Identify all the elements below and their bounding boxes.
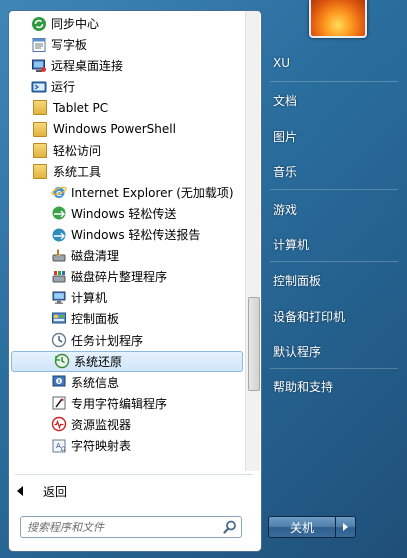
character-map-icon: AΩ bbox=[51, 438, 67, 454]
folder-icon bbox=[33, 100, 47, 116]
right-menu-item[interactable]: 图片 bbox=[273, 128, 297, 145]
menu-divider bbox=[270, 189, 398, 190]
program-item-label: Windows 轻松传送 bbox=[71, 206, 177, 221]
folder-icon bbox=[33, 142, 47, 158]
private-char-editor-icon bbox=[51, 395, 67, 411]
program-item[interactable]: 系统还原 bbox=[11, 350, 243, 372]
right-menu-item[interactable]: 游戏 bbox=[273, 201, 297, 218]
program-item-label: Tablet PC bbox=[53, 100, 109, 115]
program-item-label: 系统信息 bbox=[71, 375, 120, 390]
right-menu-item[interactable]: 计算机 bbox=[273, 236, 309, 253]
search-icon[interactable] bbox=[223, 520, 237, 534]
folder-icon bbox=[33, 121, 47, 137]
program-item[interactable]: Windows 轻松传送 bbox=[9, 203, 245, 224]
shutdown-button[interactable]: 关机 bbox=[268, 516, 336, 538]
system-info-icon: i bbox=[51, 374, 67, 390]
program-item-label: 计算机 bbox=[71, 291, 108, 306]
program-item[interactable]: 运行 bbox=[9, 76, 245, 97]
program-item-label: Internet Explorer (无加载项) bbox=[71, 185, 234, 200]
sync-center-icon bbox=[31, 16, 47, 32]
right-menu-item[interactable]: 控制面板 bbox=[273, 272, 321, 289]
menu-divider bbox=[270, 368, 398, 369]
menu-divider bbox=[270, 81, 398, 82]
run-icon bbox=[31, 79, 47, 95]
right-menu-item[interactable]: 文档 bbox=[273, 92, 297, 109]
right-menu-item[interactable]: 帮助和支持 bbox=[273, 378, 333, 395]
disk-cleanup-icon bbox=[51, 248, 67, 264]
program-item[interactable]: 任务计划程序 bbox=[9, 330, 245, 351]
task-scheduler-icon bbox=[51, 332, 67, 348]
svg-text:i: i bbox=[58, 379, 60, 385]
program-item[interactable]: e Internet Explorer (无加载项) bbox=[9, 182, 245, 203]
remote-desktop-icon bbox=[31, 58, 47, 74]
program-item[interactable]: 磁盘清理 bbox=[9, 245, 245, 266]
wordpad-icon bbox=[31, 37, 47, 53]
start-menu: 同步中心写字板远程桌面连接 运行 Tablet PC Windows PowerShe… bbox=[0, 0, 407, 558]
computer-icon bbox=[51, 290, 67, 306]
program-item[interactable]: 控制面板 bbox=[9, 308, 245, 329]
divider bbox=[15, 474, 253, 475]
program-item[interactable]: 资源监视器 bbox=[9, 414, 245, 435]
program-item[interactable]: Tablet PC bbox=[9, 97, 245, 118]
svg-text:Ω: Ω bbox=[61, 446, 66, 453]
right-menu-item[interactable]: 默认程序 bbox=[273, 343, 321, 360]
programs-scrollbar[interactable] bbox=[245, 11, 260, 471]
right-pane: XU 文档图片音乐游戏计算机控制面板设备和打印机 默认程序帮助和支持 bbox=[262, 0, 407, 558]
programs-list: 同步中心写字板远程桌面连接 运行 Tablet PC Windows PowerShe… bbox=[9, 11, 245, 471]
program-item-label: 系统还原 bbox=[74, 354, 123, 369]
program-item-label: 磁盘清理 bbox=[71, 249, 120, 264]
resource-monitor-icon bbox=[51, 416, 67, 432]
program-item[interactable]: A Ω 字符映射表 bbox=[9, 435, 245, 456]
program-item[interactable]: 同步中心 bbox=[9, 13, 245, 34]
program-item[interactable]: 系统工具 bbox=[9, 161, 245, 182]
program-item[interactable]: 远程桌面连接 bbox=[9, 55, 245, 76]
program-item-label: 写字板 bbox=[51, 38, 88, 53]
back-arrow-icon bbox=[17, 486, 23, 496]
shutdown-options-button[interactable] bbox=[336, 516, 356, 538]
program-item-label: 资源监视器 bbox=[71, 417, 132, 432]
back-label: 返回 bbox=[43, 484, 68, 499]
program-item[interactable]: 磁盘碎片整理程序 bbox=[9, 266, 245, 287]
easy-transfer-report-icon bbox=[51, 227, 67, 243]
program-item[interactable]: 写字板 bbox=[9, 34, 245, 55]
program-item-label: 磁盘碎片整理程序 bbox=[71, 270, 168, 285]
program-item[interactable]: i 系统信息 bbox=[9, 372, 245, 393]
search-box[interactable] bbox=[20, 516, 242, 538]
program-item-label: 控制面板 bbox=[71, 312, 120, 327]
control-panel-icon bbox=[51, 311, 67, 327]
program-item[interactable]: Windows 轻松传送报告 bbox=[9, 224, 245, 245]
program-item[interactable]: 专用字符编辑程序 bbox=[9, 393, 245, 414]
program-item[interactable]: Windows PowerShell bbox=[9, 119, 245, 140]
program-item-label: 系统工具 bbox=[53, 164, 102, 179]
folder-icon bbox=[33, 163, 47, 179]
program-item-label: Windows 轻松传送报告 bbox=[71, 228, 201, 242]
scrollbar-thumb[interactable] bbox=[248, 297, 260, 391]
easy-transfer-icon bbox=[51, 205, 67, 221]
internet-explorer-icon: e bbox=[51, 184, 67, 200]
menu-divider bbox=[270, 261, 398, 262]
system-restore-icon bbox=[54, 353, 70, 369]
program-item-label: 字符映射表 bbox=[71, 439, 132, 453]
program-item[interactable]: 计算机 bbox=[9, 287, 245, 308]
right-menu-item[interactable]: 音乐 bbox=[273, 163, 297, 180]
programs-pane: 同步中心写字板远程桌面连接 运行 Tablet PC Windows PowerShe… bbox=[8, 10, 262, 552]
arrow-right-icon bbox=[343, 523, 348, 531]
back-button[interactable]: 返回 bbox=[17, 481, 67, 501]
program-item-label: 轻松访问 bbox=[53, 143, 102, 158]
program-item-label: 远程桌面连接 bbox=[51, 59, 124, 74]
search-input[interactable] bbox=[27, 518, 217, 536]
shutdown-label: 关机 bbox=[289, 520, 314, 535]
defragmenter-icon bbox=[51, 269, 67, 285]
program-item-label: Windows PowerShell bbox=[53, 122, 176, 136]
right-menu-item[interactable]: 设备和打印机 bbox=[273, 308, 345, 325]
program-item[interactable]: 轻松访问 bbox=[9, 140, 245, 161]
program-item-label: 任务计划程序 bbox=[71, 333, 144, 348]
program-item-label: 运行 bbox=[51, 80, 76, 95]
program-item-label: 同步中心 bbox=[51, 17, 100, 31]
user-folder-link[interactable]: XU bbox=[273, 56, 290, 70]
program-item-label: 专用字符编辑程序 bbox=[71, 396, 168, 411]
